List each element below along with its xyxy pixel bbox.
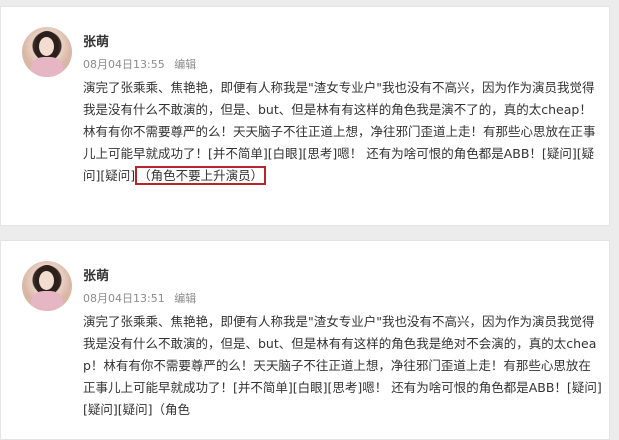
post-timestamp[interactable]: 08月04日13:55 — [83, 58, 165, 71]
post-text: 演完了张乘乘、焦艳艳，即便有人称我是"渣女专业户"我也没有不高兴，因为作为演员我… — [83, 314, 602, 417]
post-timestamp[interactable]: 08月04日13:51 — [83, 292, 165, 305]
avatar-face — [39, 37, 54, 56]
avatar-body — [31, 291, 63, 311]
edit-link[interactable]: 编辑 — [174, 292, 196, 305]
post-content: 演完了张乘乘、焦艳艳，即便有人称我是"渣女专业户"我也没有不高兴，因为作为演员我… — [83, 77, 603, 187]
post-meta: 08月04日13:55 编辑 — [83, 56, 196, 72]
post-content: 演完了张乘乘、焦艳艳，即便有人称我是"渣女专业户"我也没有不高兴，因为作为演员我… — [83, 311, 603, 421]
post-username[interactable]: 张萌 — [83, 265, 109, 284]
post-meta: 08月04日13:51 编辑 — [83, 290, 196, 306]
weibo-post-card: 张萌 08月04日13:55 编辑 演完了张乘乘、焦艳艳，即便有人称我是"渣女专… — [0, 6, 610, 226]
edit-link[interactable]: 编辑 — [174, 58, 196, 71]
avatar-body — [31, 57, 63, 77]
post-username[interactable]: 张萌 — [83, 31, 109, 50]
avatar[interactable] — [22, 261, 72, 311]
avatar-face — [39, 271, 54, 290]
highlighted-text: （角色不要上升演员） — [135, 166, 267, 185]
weibo-post-card: 张萌 08月04日13:51 编辑 演完了张乘乘、焦艳艳，即便有人称我是"渣女专… — [0, 240, 610, 440]
avatar[interactable] — [22, 27, 72, 77]
